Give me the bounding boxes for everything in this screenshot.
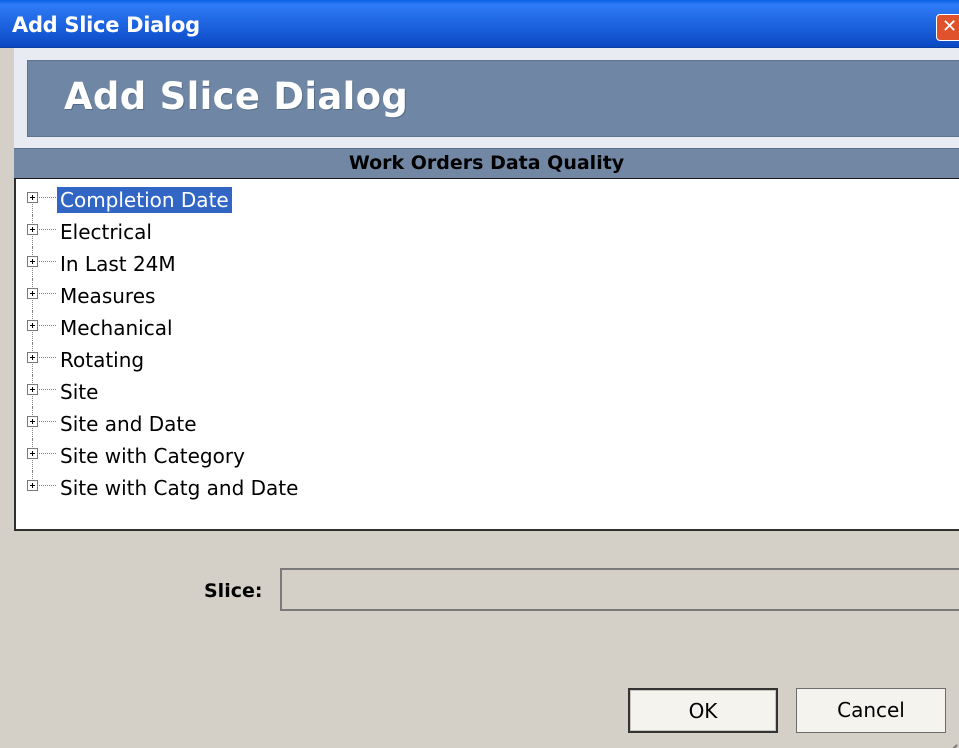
cancel-button[interactable]: Cancel — [796, 688, 946, 733]
tree-connector — [39, 421, 56, 422]
expand-icon[interactable] — [27, 192, 38, 203]
tree-item-rotating[interactable]: Rotating — [16, 343, 956, 375]
tree-item-site[interactable]: Site — [16, 375, 956, 407]
tree-item-site-and-date[interactable]: Site and Date — [16, 407, 956, 439]
tree-item-mechanical[interactable]: Mechanical — [16, 311, 956, 343]
title-bar[interactable]: Add Slice Dialog ✕ — [0, 0, 959, 48]
tree-connector — [39, 229, 56, 230]
expand-icon[interactable] — [27, 448, 38, 459]
expand-icon[interactable] — [27, 480, 38, 491]
slice-tree[interactable]: Completion Date Electrical In Last 24M M… — [14, 179, 959, 531]
tree-item-in-last-24m[interactable]: In Last 24M — [16, 247, 956, 279]
tree-item-label[interactable]: Site with Catg and Date — [57, 475, 301, 501]
expand-icon[interactable] — [27, 224, 38, 235]
tree-item-completion-date[interactable]: Completion Date — [16, 183, 956, 215]
tree-item-label[interactable]: Site — [57, 379, 101, 405]
tree-item-label[interactable]: Mechanical — [57, 315, 176, 341]
banner: Add Slice Dialog — [27, 60, 959, 137]
dialog-frame-edge — [0, 48, 14, 748]
tree-item-label[interactable]: Measures — [57, 283, 158, 309]
tree-item-label[interactable]: Electrical — [57, 219, 155, 245]
tree-connector — [39, 389, 56, 390]
tree-header: Work Orders Data Quality — [14, 148, 959, 180]
tree-item-electrical[interactable]: Electrical — [16, 215, 956, 247]
tree-item-site-with-catg-and-date[interactable]: Site with Catg and Date — [16, 471, 956, 503]
expand-icon[interactable] — [27, 384, 38, 395]
tree-item-label[interactable]: Site and Date — [57, 411, 200, 437]
tree-connector — [39, 325, 56, 326]
slice-label: Slice: — [204, 580, 263, 602]
tree-connector — [39, 357, 56, 358]
tree-item-label[interactable]: In Last 24M — [57, 251, 179, 277]
ok-button[interactable]: OK — [628, 688, 778, 733]
window-title: Add Slice Dialog — [12, 13, 200, 37]
tree-connector — [39, 197, 56, 198]
tree-item-measures[interactable]: Measures — [16, 279, 956, 311]
expand-icon[interactable] — [27, 288, 38, 299]
banner-title: Add Slice Dialog — [64, 75, 409, 118]
tree-item-site-with-category[interactable]: Site with Category — [16, 439, 956, 471]
add-slice-dialog: Add Slice Dialog ✕ Add Slice Dialog Work… — [0, 0, 959, 748]
tree-connector — [39, 485, 56, 486]
tree-connector — [39, 293, 56, 294]
tree-item-label[interactable]: Rotating — [57, 347, 147, 373]
banner-area: Add Slice Dialog — [14, 48, 959, 148]
tree-connector — [39, 453, 56, 454]
expand-icon[interactable] — [27, 320, 38, 331]
tree-item-label[interactable]: Site with Category — [57, 443, 248, 469]
tree-item-label[interactable]: Completion Date — [57, 187, 232, 213]
close-icon[interactable]: ✕ — [936, 14, 959, 41]
resize-grip-icon[interactable] — [939, 728, 958, 748]
expand-icon[interactable] — [27, 256, 38, 267]
tree-connector — [39, 261, 56, 262]
slice-input[interactable] — [280, 568, 959, 611]
expand-icon[interactable] — [27, 352, 38, 363]
expand-icon[interactable] — [27, 416, 38, 427]
